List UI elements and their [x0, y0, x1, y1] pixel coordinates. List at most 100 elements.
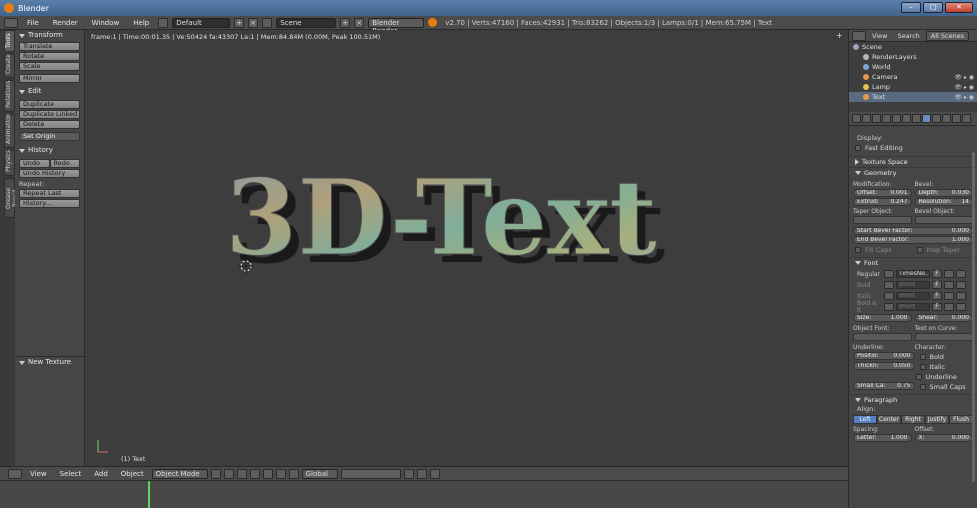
outliner-display-mode[interactable]: All Scenes: [925, 30, 970, 41]
font-unlink-icon[interactable]: [956, 303, 966, 311]
outliner-menu-view[interactable]: View: [868, 32, 891, 40]
size-field[interactable]: Size: 1.000: [853, 314, 912, 322]
small-caps-checkbox[interactable]: Small Caps: [918, 382, 974, 391]
texture-space-header[interactable]: Texture Space: [849, 156, 977, 167]
render-engine-select[interactable]: Blender Render: [368, 17, 425, 35]
world-context-icon[interactable]: [882, 114, 891, 123]
font-bold-italic-name[interactable]: Bfont: [896, 303, 930, 311]
font-unlink-icon[interactable]: [956, 292, 966, 300]
visibility-icons[interactable]: 👁 ▸ ◉: [954, 94, 974, 101]
duplicate-linked-button[interactable]: Duplicate Linked: [19, 110, 80, 119]
align-right-button[interactable]: Right: [901, 415, 925, 424]
x-offset-field[interactable]: X: 0.000: [914, 434, 973, 442]
fast-editing-checkbox[interactable]: Fast Editing: [849, 143, 977, 152]
scene-field[interactable]: Scene: [276, 17, 337, 28]
outliner-row-lamp[interactable]: Lamp 👁 ▸ ◉: [849, 82, 977, 92]
visibility-icons[interactable]: 👁 ▸ ◉: [954, 84, 974, 91]
history-button[interactable]: History...: [19, 199, 80, 208]
constraints-context-icon[interactable]: [902, 114, 911, 123]
layers-grid-icon[interactable]: [340, 468, 401, 479]
taper-object-field[interactable]: [853, 216, 912, 224]
underline-thickness-field[interactable]: Thickn: 0.050: [853, 362, 915, 370]
editor-type-button[interactable]: [8, 468, 22, 479]
tab-relations[interactable]: Relations: [4, 80, 15, 112]
outliner-row-text[interactable]: Text 👁 ▸ ◉: [849, 92, 977, 102]
maximize-button[interactable]: □: [923, 2, 943, 13]
menu-view[interactable]: View: [25, 470, 52, 478]
extrude-field[interactable]: Extrud: 0.247: [853, 198, 912, 206]
italic-checkbox[interactable]: Italic: [918, 362, 974, 371]
font-browse-icon[interactable]: [884, 303, 894, 311]
object-context-icon[interactable]: [892, 114, 901, 123]
visibility-icons[interactable]: 👁 ▸ ◉: [954, 74, 974, 81]
menu-render[interactable]: Render: [48, 19, 83, 27]
undo-button[interactable]: Undo: [19, 159, 50, 168]
3d-viewport[interactable]: frame:1 | Time:00:01.35 | Ve:50424 fa:43…: [85, 30, 848, 466]
font-browse-icon[interactable]: [884, 281, 894, 289]
font-unlink-icon[interactable]: [956, 281, 966, 289]
tab-physics[interactable]: Physics: [4, 150, 15, 176]
shading-icon[interactable]: [210, 468, 221, 479]
align-center-button[interactable]: Center: [877, 415, 901, 424]
minimize-button[interactable]: –: [901, 2, 921, 13]
3d-text-object[interactable]: 3D-Text 3D-Text: [225, 150, 735, 290]
scale-manip-icon[interactable]: [288, 468, 299, 479]
modifiers-context-icon[interactable]: [912, 114, 921, 123]
geometry-header[interactable]: Geometry: [849, 167, 977, 178]
letter-spacing-field[interactable]: Letter: 1.000: [853, 434, 912, 442]
data-context-icon[interactable]: [922, 114, 931, 123]
paragraph-header[interactable]: Paragraph: [849, 394, 977, 405]
bold-checkbox[interactable]: Bold: [918, 352, 974, 361]
close-button[interactable]: ✕: [945, 2, 973, 13]
scale-button[interactable]: Scale: [19, 62, 80, 71]
menu-select[interactable]: Select: [55, 470, 87, 478]
scene-remove-icon[interactable]: ×: [354, 17, 365, 28]
texture-context-icon[interactable]: [942, 114, 951, 123]
font-open-icon[interactable]: [944, 281, 954, 289]
bevel-object-field[interactable]: [914, 216, 973, 224]
render-preview-icon[interactable]: [429, 468, 440, 479]
translate-button[interactable]: Translate: [19, 42, 80, 51]
current-frame-marker[interactable]: [148, 481, 150, 508]
start-bevel-factor-field[interactable]: Start Bevel Factor: 0.000: [853, 227, 973, 235]
physics-context-icon[interactable]: [962, 114, 971, 123]
scene-add-icon[interactable]: +: [340, 17, 351, 28]
layout-add-icon[interactable]: +: [234, 17, 245, 28]
map-taper-checkbox[interactable]: Map Taper: [915, 245, 974, 254]
particles-context-icon[interactable]: [952, 114, 961, 123]
font-fake-user-button[interactable]: F: [932, 303, 942, 311]
offset-field[interactable]: Offset: 0.001: [853, 189, 912, 197]
menu-window[interactable]: Window: [87, 19, 125, 27]
redo-button[interactable]: Redo: [49, 159, 80, 168]
layout-icon[interactable]: [158, 17, 169, 28]
undo-history-button[interactable]: Undo History: [19, 169, 80, 178]
history-panel-header[interactable]: History: [15, 145, 84, 156]
renderlayers-context-icon[interactable]: [862, 114, 871, 123]
outliner-menu-search[interactable]: Search: [893, 32, 923, 40]
pivot-icon[interactable]: [223, 468, 234, 479]
orientation-select[interactable]: Global: [301, 468, 338, 479]
scene-icon[interactable]: [262, 17, 273, 28]
menu-help[interactable]: Help: [128, 19, 154, 27]
viewport-expand-icon[interactable]: +: [836, 32, 844, 40]
edit-panel-header[interactable]: Edit: [15, 86, 84, 97]
font-browse-icon[interactable]: [884, 270, 894, 278]
outliner-row-world[interactable]: World: [849, 62, 977, 72]
font-open-icon[interactable]: [944, 292, 954, 300]
menu-object[interactable]: Object: [116, 470, 149, 478]
font-italic-name[interactable]: Bfont: [896, 292, 930, 300]
delete-button[interactable]: Delete: [19, 120, 80, 129]
set-origin-select[interactable]: Set Origin: [19, 132, 80, 141]
layout-field[interactable]: Default: [172, 17, 231, 28]
font-regular-name[interactable]: TimesNe...: [896, 270, 930, 278]
properties-scrollbar[interactable]: [972, 152, 975, 482]
transform-panel-header[interactable]: Transform: [15, 30, 84, 41]
rotate-manip-icon[interactable]: [275, 468, 286, 479]
font-header[interactable]: Font: [849, 257, 977, 268]
font-fake-user-button[interactable]: F: [932, 270, 942, 278]
align-left-button[interactable]: Left: [853, 415, 877, 424]
font-fake-user-button[interactable]: F: [932, 281, 942, 289]
underline-position-field[interactable]: Positio: 0.000: [853, 352, 915, 360]
translate-manip-icon[interactable]: [262, 468, 273, 479]
mode-select[interactable]: Object Mode: [151, 468, 208, 479]
